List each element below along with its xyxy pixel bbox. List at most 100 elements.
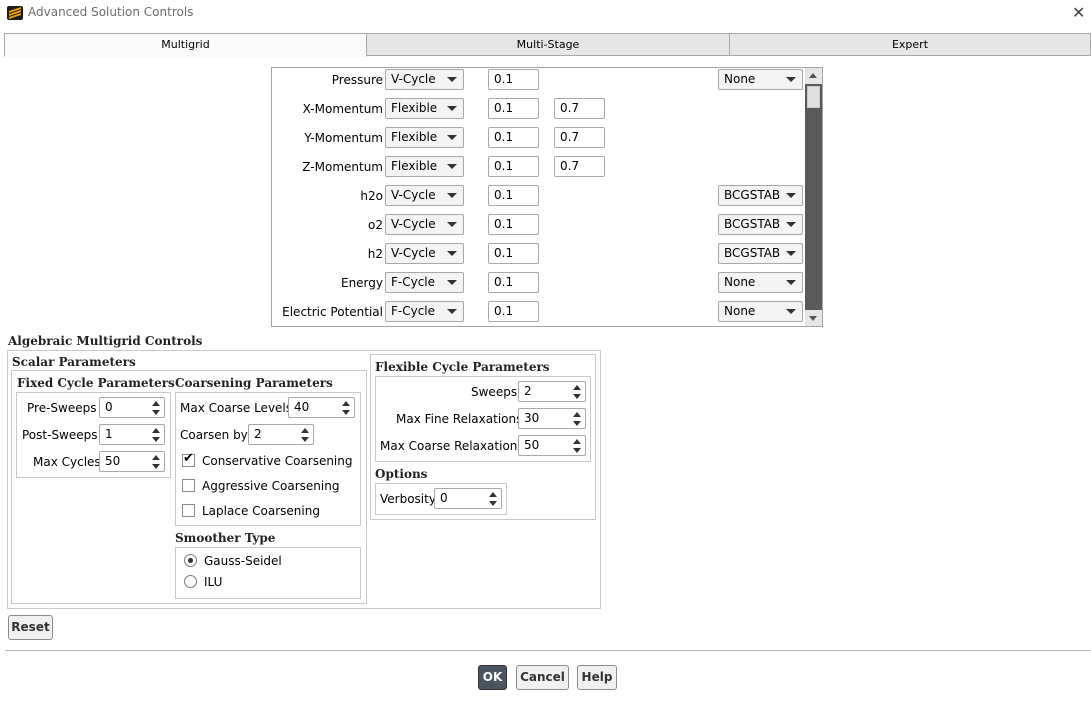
app-logo-icon <box>7 6 23 20</box>
help-button[interactable]: Help <box>577 665 617 690</box>
chevron-down-icon <box>447 251 457 256</box>
stabilization-method-dropdown[interactable]: BCGSTAB <box>718 243 803 264</box>
pre-sweeps-input[interactable]: 0 <box>99 397 165 418</box>
stabilization-method-dropdown[interactable]: BCGSTAB <box>718 185 803 206</box>
termination-input[interactable]: 0.1 <box>488 69 539 90</box>
conservative-coarsening-checkbox[interactable]: ✔ <box>182 451 195 467</box>
coarsening-title: Coarsening Parameters <box>175 376 333 390</box>
reset-button[interactable]: Reset <box>8 615 53 640</box>
cycle-type-dropdown[interactable]: V-Cycle <box>385 243 464 264</box>
scalar-parameters-title: Scalar Parameters <box>12 355 136 369</box>
max-cycles-input[interactable]: 50 <box>99 451 165 472</box>
checkmark-icon: ✔ <box>183 451 194 466</box>
cycle-type-dropdown[interactable]: V-Cycle <box>385 214 464 235</box>
coarsen-by-input[interactable]: 2 <box>248 424 314 445</box>
cycle-type-dropdown[interactable]: F-Cycle <box>385 272 464 293</box>
chevron-down-icon <box>447 164 457 169</box>
scroll-down-button[interactable] <box>805 310 822 326</box>
close-icon[interactable]: ✕ <box>1072 3 1085 22</box>
sweeps-label: Sweeps <box>471 385 518 399</box>
ilu-radio[interactable] <box>184 575 197 588</box>
max-coarse-relaxations-input[interactable]: 50 <box>518 435 586 456</box>
cycle-type-dropdown[interactable]: Flexible <box>385 156 464 177</box>
sweeps-input[interactable]: 2 <box>518 381 586 402</box>
amg-controls-title: Algebraic Multigrid Controls <box>8 334 203 348</box>
post-sweeps-label: Post-Sweeps <box>22 428 98 442</box>
cycle-type-value: V-Cycle <box>391 188 436 202</box>
laplace-coarsening-label: Laplace Coarsening <box>202 504 320 518</box>
verbosity-input[interactable]: 0 <box>434 488 502 509</box>
chevron-down-icon <box>447 106 457 111</box>
termination-input[interactable]: 0.1 <box>488 272 539 293</box>
options-title: Options <box>375 467 428 481</box>
tab-multi-stage[interactable]: Multi-Stage <box>366 33 730 56</box>
max-cycles-label: Max Cycles <box>33 455 101 469</box>
post-sweeps-input[interactable]: 1 <box>99 424 165 445</box>
chevron-down-icon <box>786 280 796 285</box>
termination-input[interactable]: 0.1 <box>488 185 539 206</box>
max-coarse-levels-input[interactable]: 40 <box>288 397 355 418</box>
cycle-type-dropdown[interactable]: Flexible <box>385 98 464 119</box>
equation-label: Electric Potential <box>282 305 383 319</box>
tab-multigrid[interactable]: Multigrid <box>4 33 367 57</box>
termination-input[interactable]: 0.1 <box>488 301 539 322</box>
cycle-type-dropdown[interactable]: Flexible <box>385 127 464 148</box>
restriction-input[interactable]: 0.7 <box>554 98 605 119</box>
cycle-type-value: V-Cycle <box>391 246 436 260</box>
scroll-thumb[interactable] <box>807 86 820 108</box>
footer-divider <box>5 650 1091 651</box>
chevron-down-icon <box>786 309 796 314</box>
equation-label: X-Momentum <box>302 102 383 116</box>
chevron-down-icon <box>786 77 796 82</box>
equation-label: Energy <box>340 276 383 290</box>
stabilization-method-dropdown[interactable]: None <box>718 301 803 322</box>
chevron-down-icon <box>447 193 457 198</box>
stabilization-method-value: None <box>724 275 756 289</box>
ilu-label: ILU <box>204 575 223 589</box>
stabilization-method-value: BCGSTAB <box>724 217 781 231</box>
cycle-type-value: F-Cycle <box>391 304 436 318</box>
aggressive-coarsening-checkbox[interactable] <box>182 479 195 492</box>
window-title: Advanced Solution Controls <box>28 5 194 19</box>
termination-input[interactable]: 0.1 <box>488 243 539 264</box>
restriction-input[interactable]: 0.7 <box>554 156 605 177</box>
max-coarse-relaxations-label: Max Coarse Relaxations <box>380 439 524 453</box>
cancel-button[interactable]: Cancel <box>516 665 569 690</box>
stabilization-method-dropdown[interactable]: None <box>718 69 803 90</box>
aggressive-coarsening-label: Aggressive Coarsening <box>202 479 340 493</box>
chevron-down-icon <box>447 222 457 227</box>
cycle-type-dropdown[interactable]: V-Cycle <box>385 185 464 206</box>
termination-input[interactable]: 0.1 <box>488 214 539 235</box>
stabilization-method-value: BCGSTAB <box>724 246 781 260</box>
tab-expert[interactable]: Expert <box>729 33 1091 56</box>
termination-input[interactable]: 0.1 <box>488 98 539 119</box>
cycle-type-dropdown[interactable]: F-Cycle <box>385 301 464 322</box>
ok-button[interactable]: OK <box>478 665 507 690</box>
chevron-down-icon <box>447 135 457 140</box>
max-fine-relaxations-input[interactable]: 30 <box>518 408 586 429</box>
equation-label: h2 <box>367 247 383 261</box>
scroll-up-button[interactable] <box>805 68 822 84</box>
equation-label: h2o <box>360 189 383 203</box>
cycle-type-value: F-Cycle <box>391 275 436 289</box>
stabilization-method-value: None <box>724 304 756 318</box>
equation-label: Pressure <box>331 73 383 87</box>
vertical-scrollbar[interactable] <box>805 68 822 326</box>
equation-list-panel: Pressure V-Cycle 0.1 None X-Momentum Flexible… <box>271 67 823 327</box>
max-fine-relaxations-label: Max Fine Relaxations <box>396 412 523 426</box>
stabilization-method-dropdown[interactable]: BCGSTAB <box>718 214 803 235</box>
flexible-cycle-title: Flexible Cycle Parameters <box>375 360 550 374</box>
laplace-coarsening-checkbox[interactable] <box>182 504 195 517</box>
max-coarse-levels-label: Max Coarse Levels <box>180 401 293 415</box>
cycle-type-dropdown[interactable]: V-Cycle <box>385 69 464 90</box>
termination-input[interactable]: 0.1 <box>488 127 539 148</box>
chevron-down-icon <box>447 77 457 82</box>
conservative-coarsening-label: Conservative Coarsening <box>202 454 353 468</box>
gauss-seidel-radio[interactable] <box>184 554 197 567</box>
termination-input[interactable]: 0.1 <box>488 156 539 177</box>
cycle-type-value: Flexible <box>391 159 438 173</box>
restriction-input[interactable]: 0.7 <box>554 127 605 148</box>
coarsen-by-label: Coarsen by <box>180 428 248 442</box>
stabilization-method-dropdown[interactable]: None <box>718 272 803 293</box>
cycle-type-value: V-Cycle <box>391 217 436 231</box>
